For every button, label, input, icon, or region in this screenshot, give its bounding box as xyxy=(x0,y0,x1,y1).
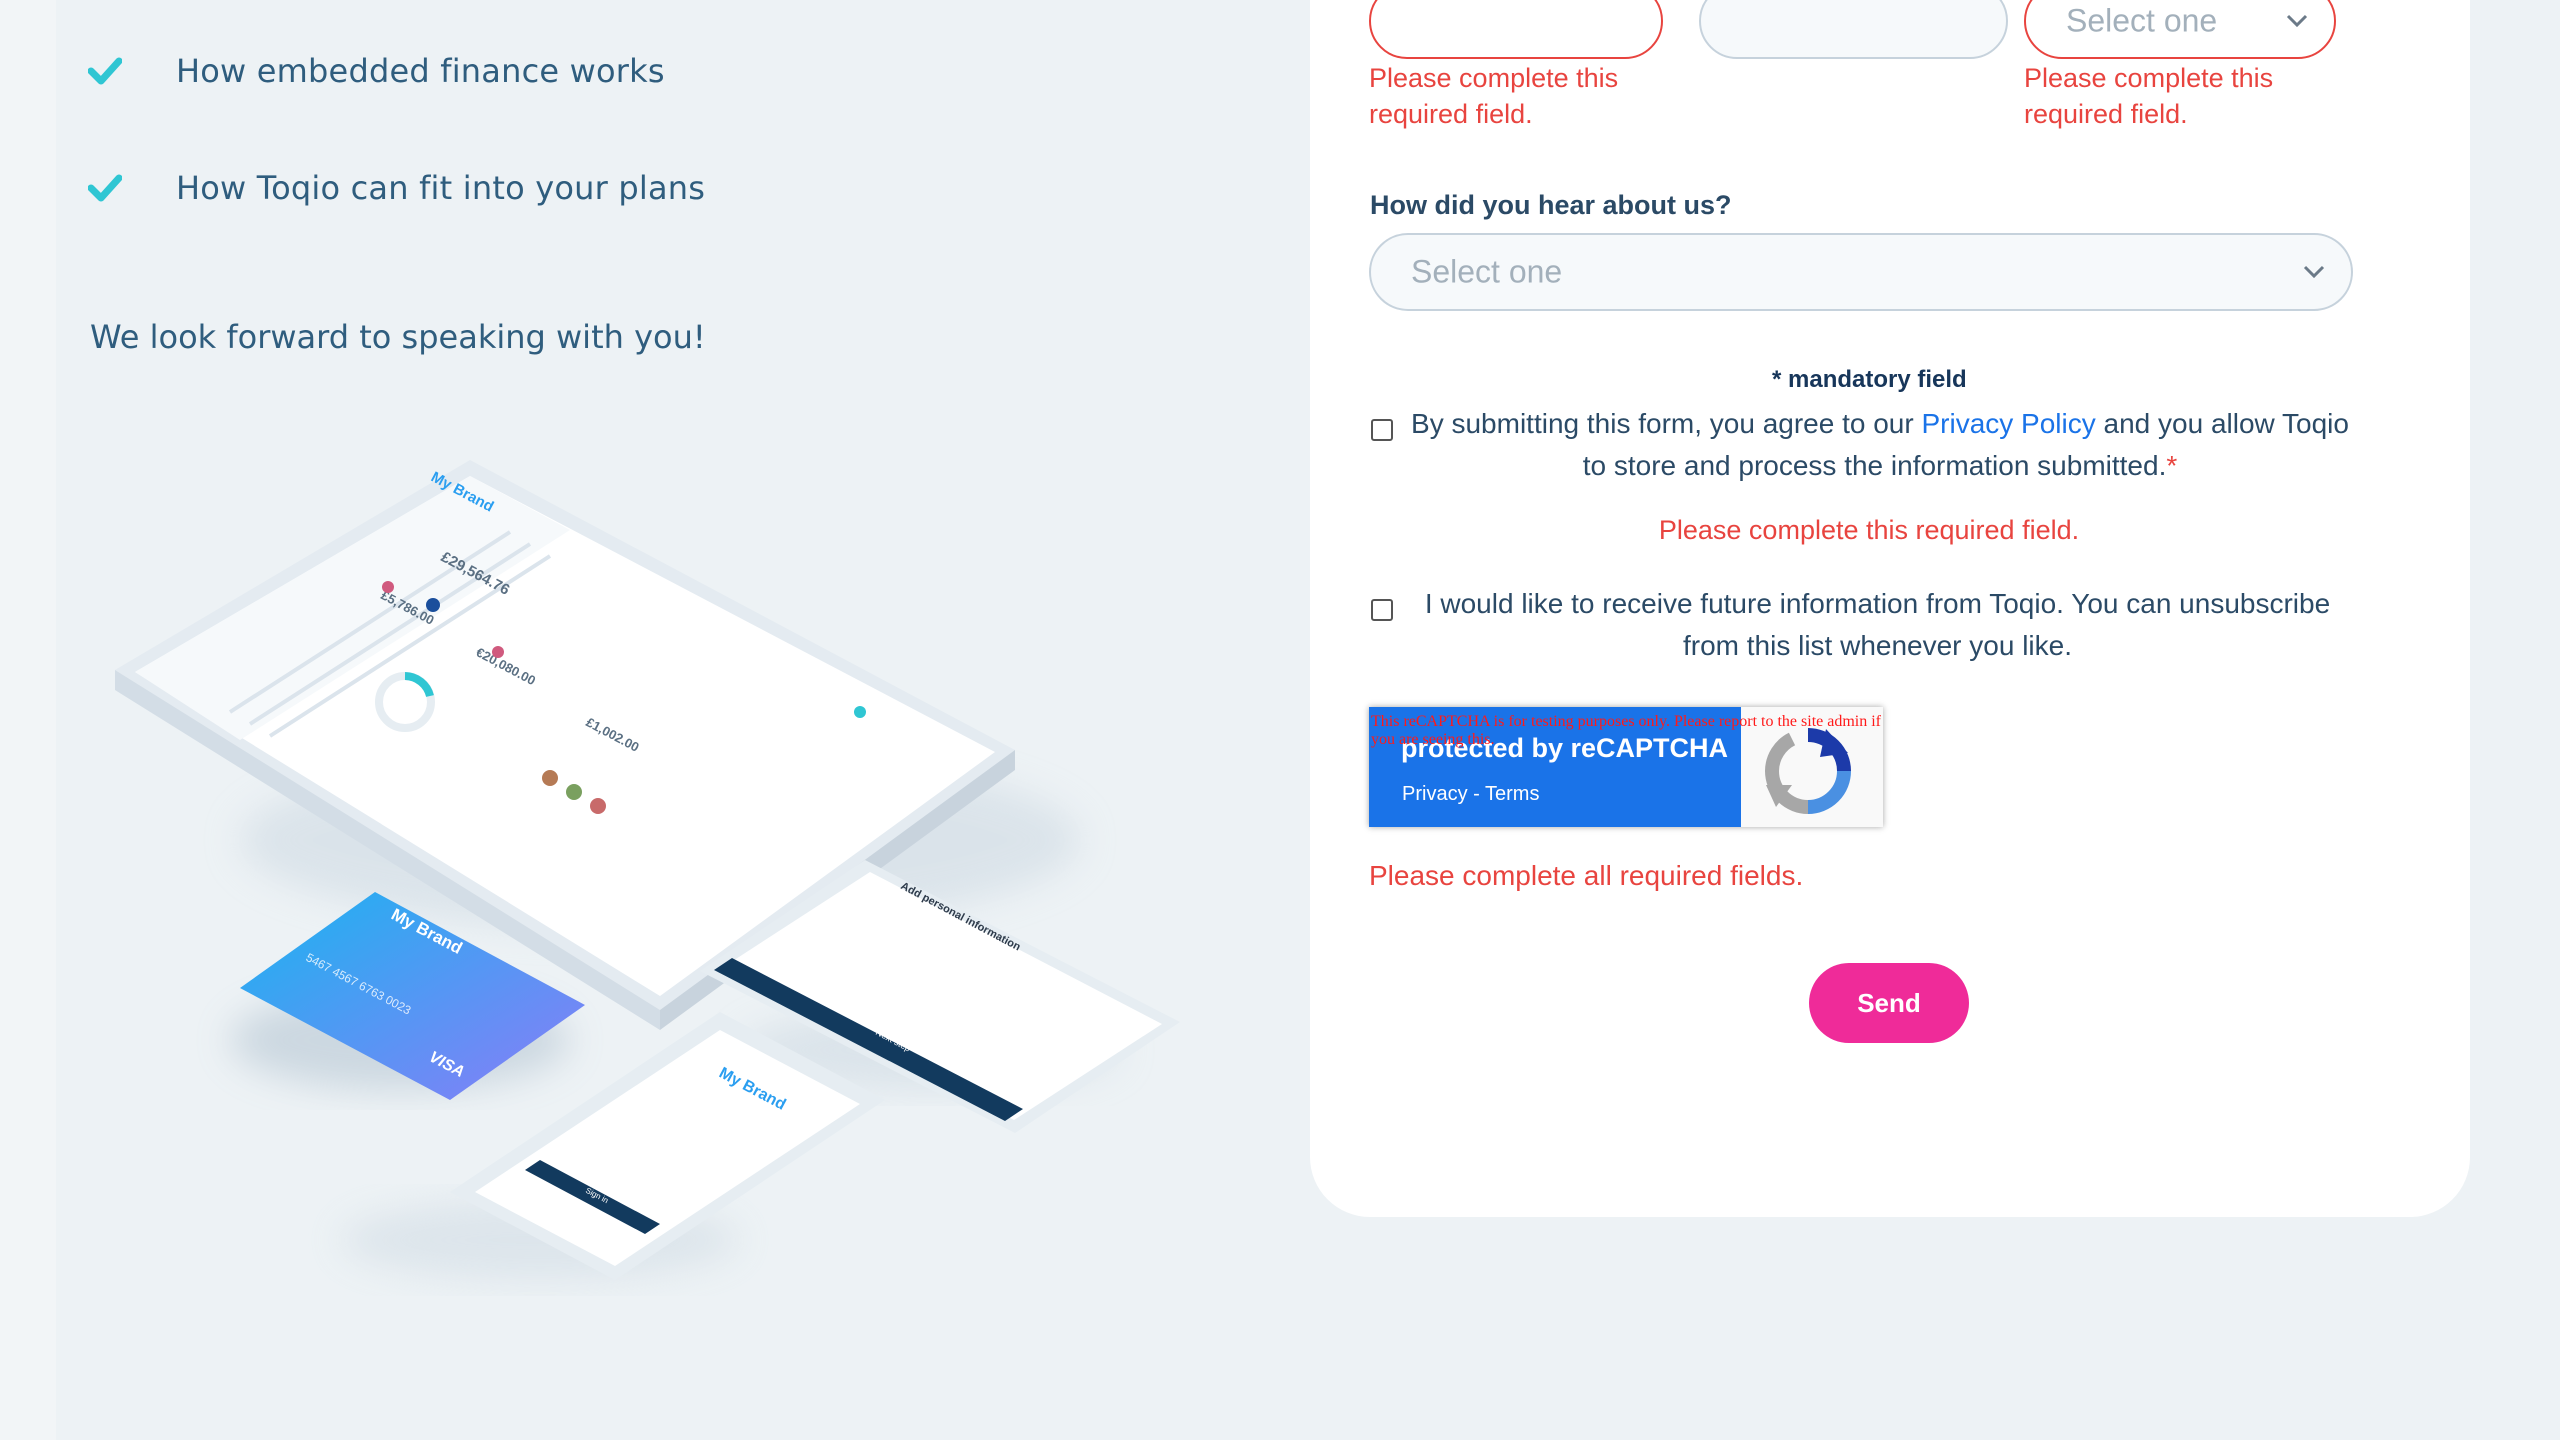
privacy-consent-text: By submitting this form, you agree to ou… xyxy=(1405,403,2355,487)
closing-text: We look forward to speaking with you! xyxy=(90,318,706,356)
feature-text: How Toqio can fit into your plans xyxy=(176,169,706,207)
recaptcha-test-warning: This reCAPTCHA is for testing purposes o… xyxy=(1371,713,1882,748)
privacy-consent-checkbox[interactable] xyxy=(1371,419,1393,441)
device-illustration: My Brand £29,564.76 £5,786.00 €20,080.00… xyxy=(115,460,1180,1280)
text-input-1[interactable] xyxy=(1369,0,1663,59)
recaptcha-terms-link[interactable]: Terms xyxy=(1485,783,1539,805)
select-placeholder: Select one xyxy=(1411,253,1563,290)
newsletter-text: I would like to receive future informati… xyxy=(1424,588,2331,661)
text-input-2[interactable] xyxy=(1699,0,2008,59)
field-error: Please complete this required field. xyxy=(1369,63,1619,129)
global-form-error: Please complete all required fields. xyxy=(1369,860,1804,891)
send-button[interactable]: Send xyxy=(1809,963,1969,1043)
newsletter-checkbox[interactable] xyxy=(1371,599,1393,621)
check-icon xyxy=(88,174,122,202)
hear-about-select[interactable]: Select one xyxy=(1369,233,2353,311)
feature-item: How Toqio can fit into your plans xyxy=(88,169,705,207)
privacy-policy-link[interactable]: Privacy Policy xyxy=(1921,408,2095,439)
left-background-strip xyxy=(0,0,56,1440)
hear-about-label: How did you hear about us? xyxy=(1370,190,1732,220)
recaptcha-privacy-link[interactable]: Privacy xyxy=(1402,783,1468,805)
consent-error: Please complete this required field. xyxy=(1658,515,2080,545)
recaptcha-links: Privacy - Terms xyxy=(1402,783,1539,806)
feature-item: How embedded finance works xyxy=(88,52,665,90)
chevron-down-icon xyxy=(2286,14,2308,28)
select-input-3[interactable]: Select one xyxy=(2024,0,2336,59)
field-error: Please complete this required field. xyxy=(2024,63,2274,129)
check-icon xyxy=(88,57,122,85)
mandatory-field-note: * mandatory field xyxy=(1772,366,1967,393)
consent-text-start: By submitting this form, you agree to ou… xyxy=(1411,408,1922,439)
recaptcha-link-separator: - xyxy=(1467,783,1485,805)
recaptcha-widget[interactable]: This reCAPTCHA is for testing purposes o… xyxy=(1369,707,1883,827)
select-placeholder: Select one xyxy=(2066,2,2218,39)
required-asterisk: * xyxy=(2166,450,2178,481)
chevron-down-icon xyxy=(2303,265,2325,279)
feature-text: How embedded finance works xyxy=(176,52,665,90)
